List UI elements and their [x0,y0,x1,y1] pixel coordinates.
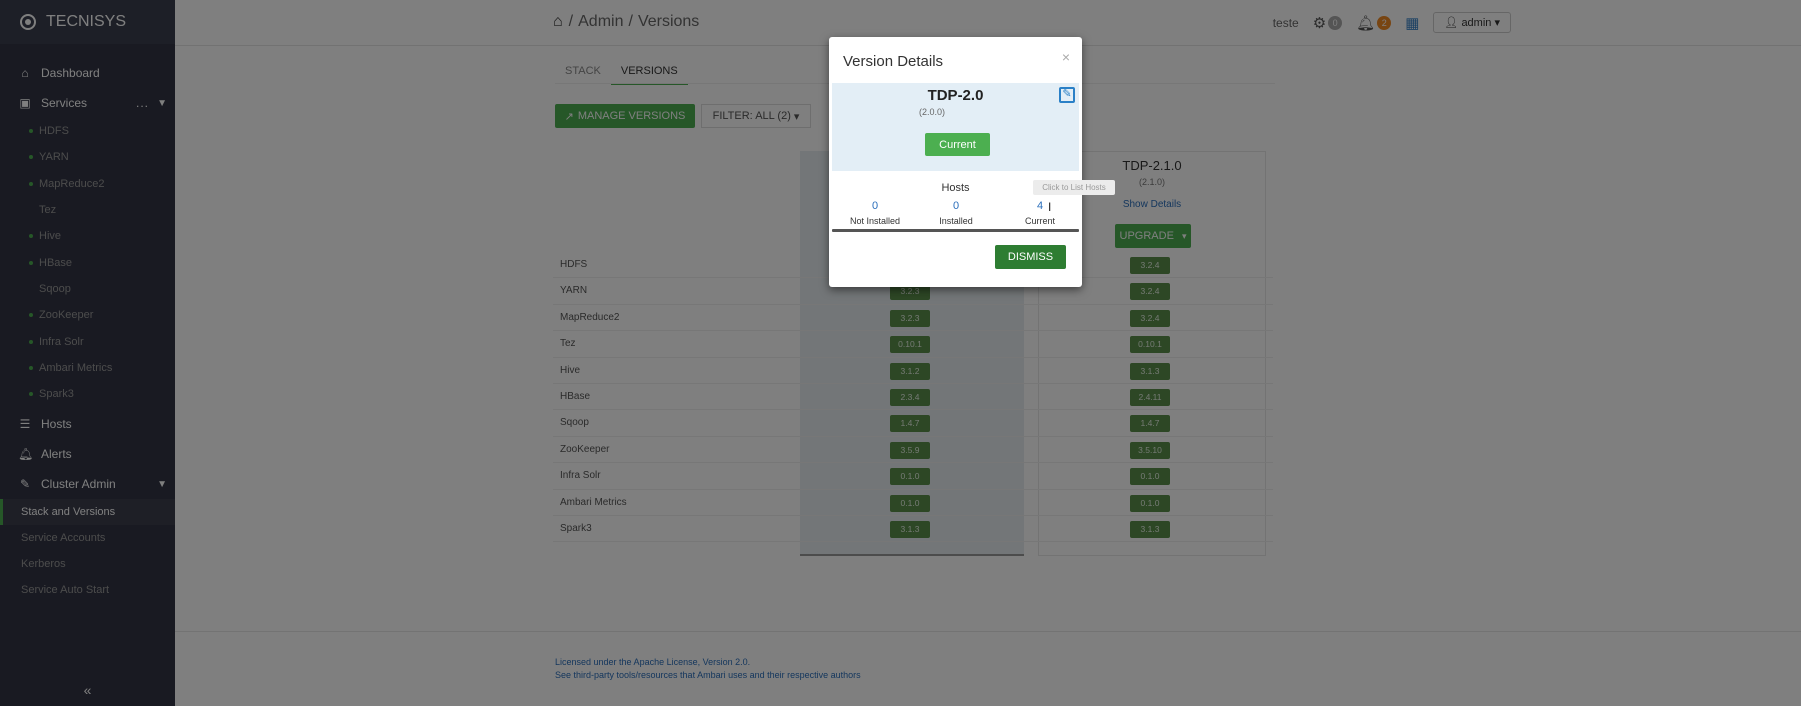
panel-divider [832,229,1079,232]
version-header: TDP-2.0 (2.0.0) ✎ Current [832,83,1079,171]
version-number: (2.0.0) [918,107,945,117]
stat-installed: 0 Installed [914,200,998,226]
modal-title: Version Details [843,53,944,70]
current-status-button[interactable]: Current [925,133,990,156]
tooltip: Click to List Hosts [1033,180,1115,195]
dismiss-button[interactable]: DISMISS [995,245,1066,269]
stat-count[interactable]: 4 [998,200,1082,212]
stat-current: 4 Current [998,200,1082,226]
stat-not-installed: 0 Not Installed [833,200,917,226]
stat-label: Not Installed [849,216,901,226]
close-icon[interactable]: × [1062,49,1070,65]
stat-label: Installed [939,216,973,226]
version-panel: TDP-2.0 (2.0.0) ✎ Current Hosts Click to… [832,83,1115,271]
version-details-modal: Version Details × TDP-2.0 (2.0.0) ✎ Curr… [829,37,1115,287]
stat-count[interactable]: 0 [833,200,917,212]
edit-icon[interactable]: ✎ [1059,87,1075,103]
version-name: TDP-2.0 [927,87,984,104]
stat-count[interactable]: 0 [914,200,998,212]
stat-label: Current [1024,216,1055,226]
text-cursor-icon: I [1048,200,1052,214]
